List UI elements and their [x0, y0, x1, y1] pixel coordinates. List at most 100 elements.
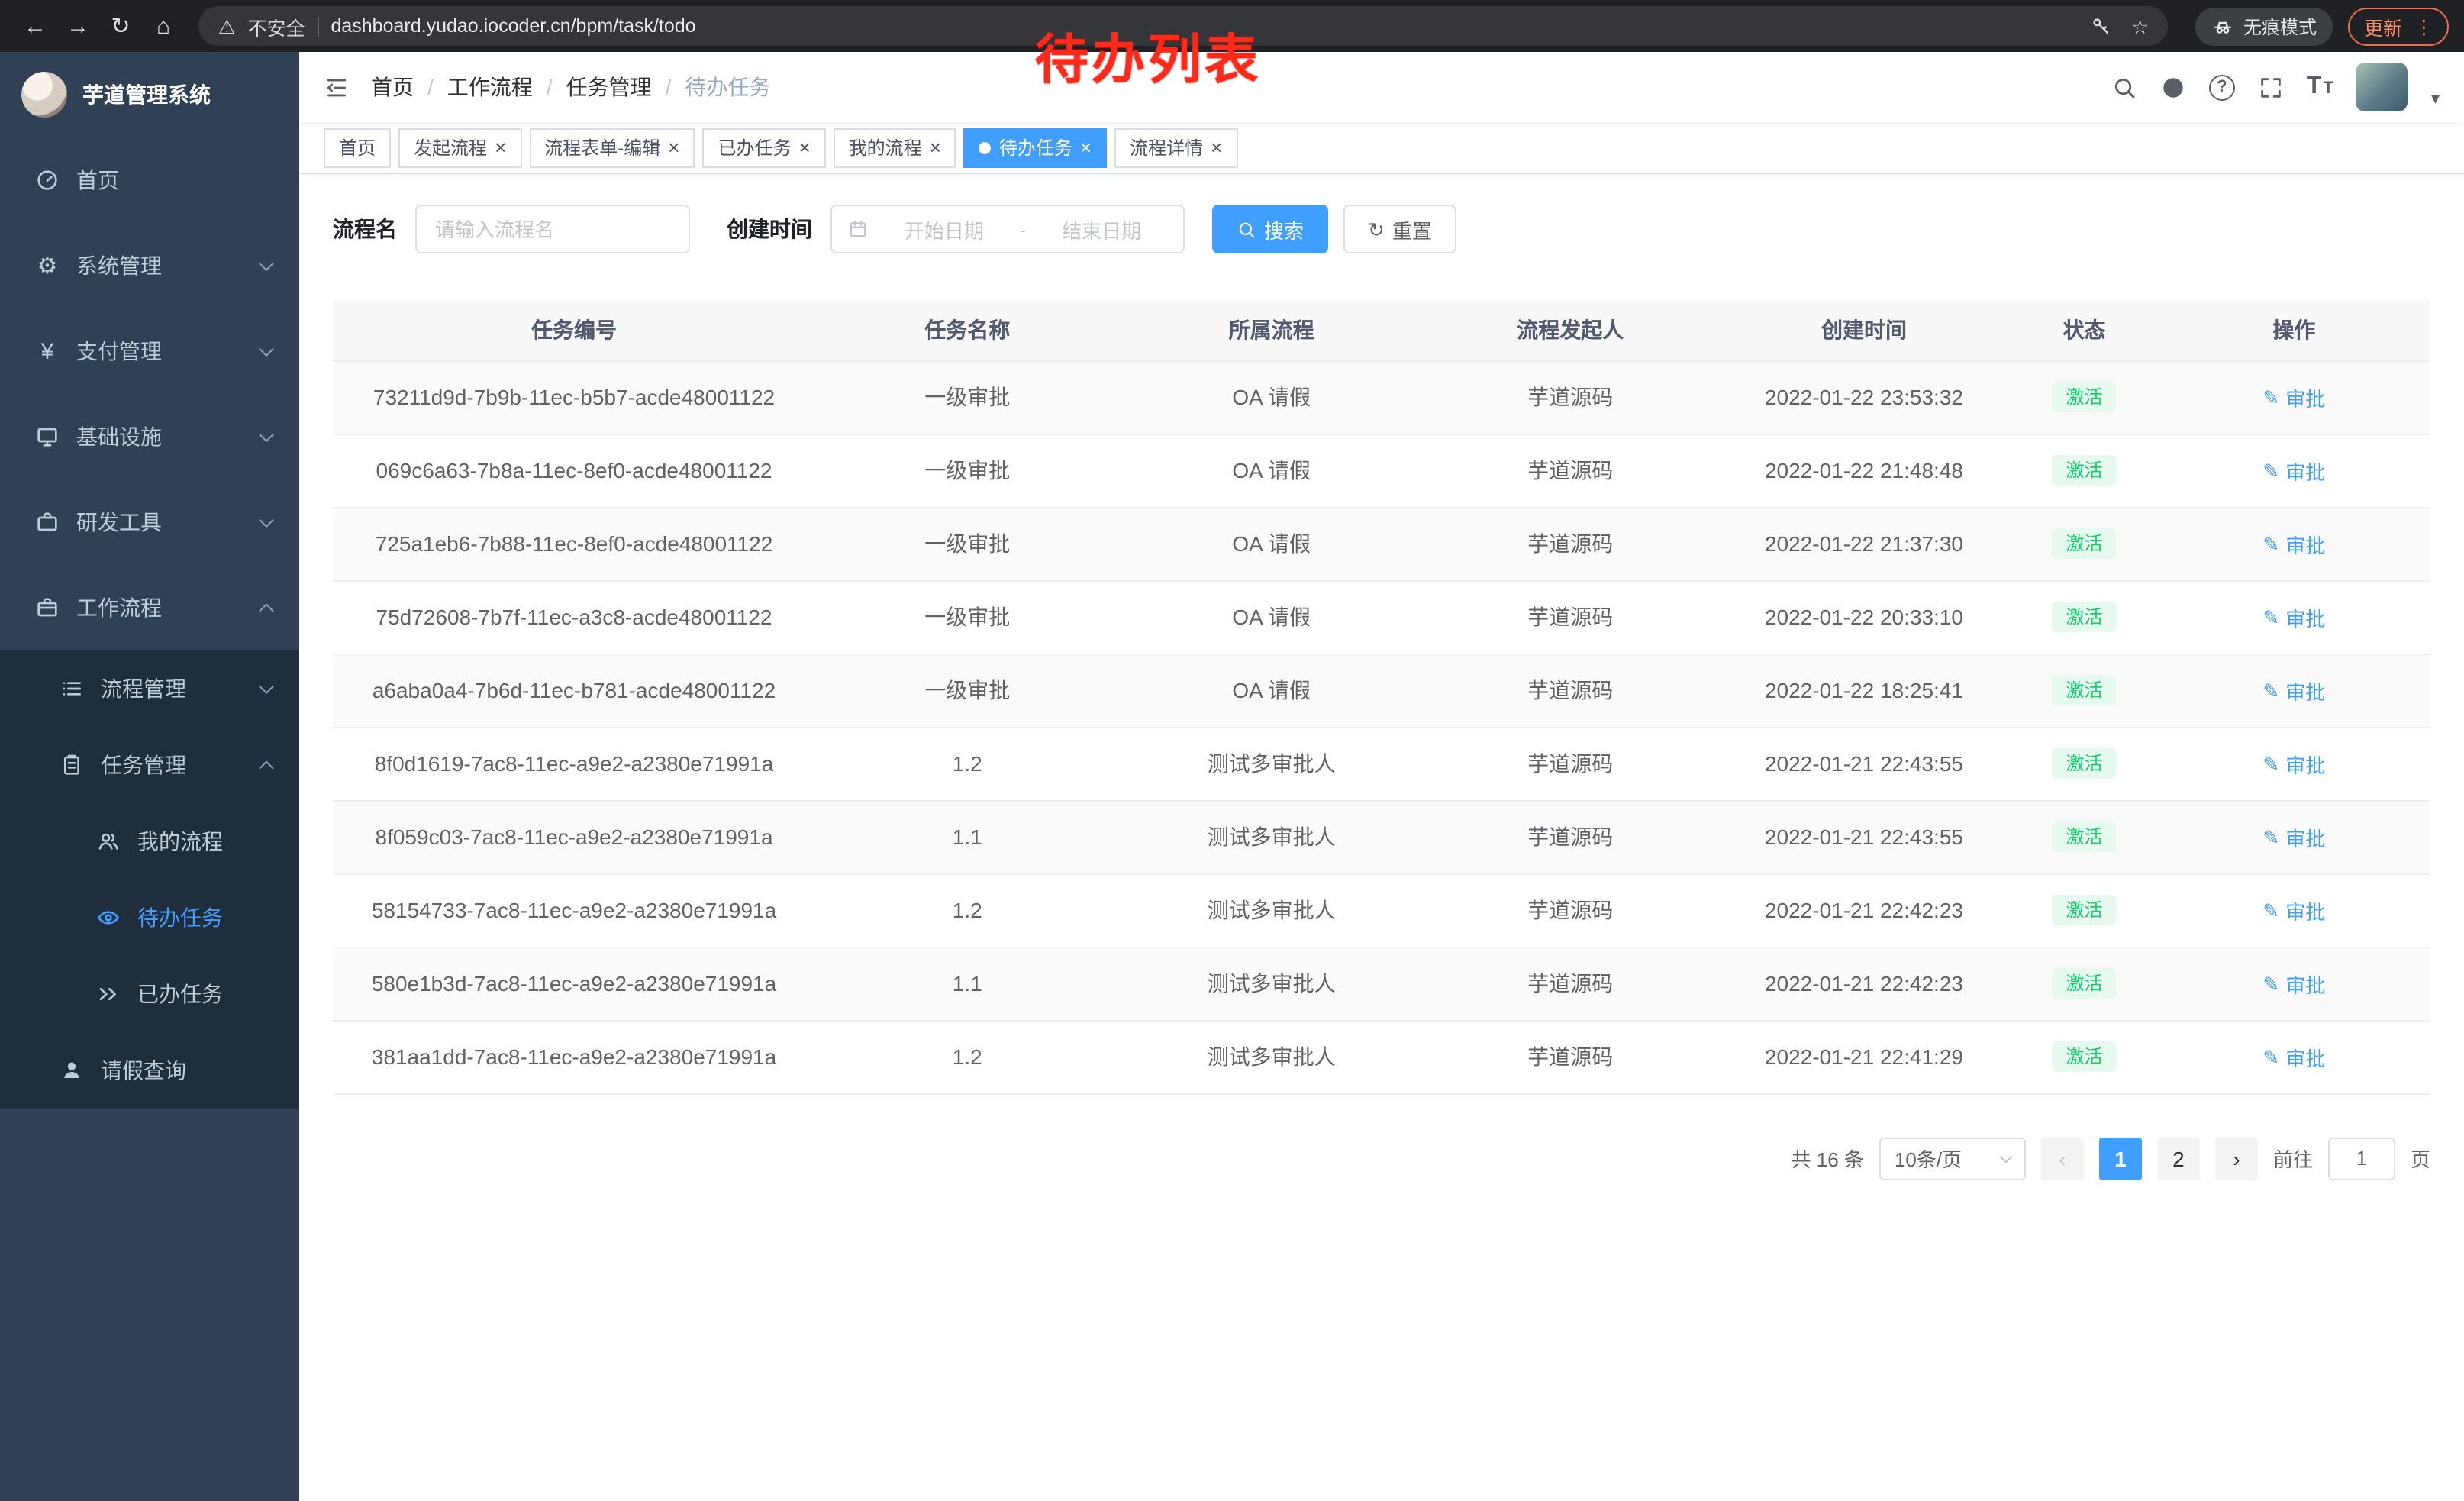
- goto-page-input[interactable]: [2328, 1137, 2395, 1180]
- status-badge: 激活: [2053, 895, 2117, 925]
- cell-process: OA 请假: [1119, 434, 1423, 507]
- close-icon[interactable]: ×: [495, 137, 506, 157]
- sidebar-item-workflow[interactable]: 工作流程: [0, 565, 299, 650]
- cell-status: 激活: [2011, 947, 2157, 1020]
- table-row: 069c6a63-7b8a-11ec-8ef0-acde48001122 一级审…: [333, 434, 2430, 507]
- help-icon[interactable]: ?: [2209, 74, 2235, 100]
- sidebar-item-leave-query[interactable]: 请假查询: [0, 1032, 299, 1109]
- status-badge: 激活: [2053, 1041, 2117, 1072]
- close-icon[interactable]: ×: [798, 137, 810, 157]
- total-count: 共 16 条: [1792, 1144, 1864, 1173]
- page-2-button[interactable]: 2: [2157, 1137, 2200, 1180]
- breadcrumb-current: 待办任务: [685, 72, 770, 102]
- fullscreen-icon[interactable]: [2258, 74, 2284, 100]
- approve-link[interactable]: ✎ 审批: [2262, 896, 2325, 925]
- status-badge: 激活: [2053, 455, 2117, 486]
- end-date-placeholder[interactable]: 结束日期: [1035, 215, 1168, 244]
- sidebar-item-task-mgmt[interactable]: 任务管理: [0, 727, 299, 803]
- sidebar-item-todo-tasks[interactable]: 待办任务: [0, 880, 299, 956]
- sidebar-item-my-process[interactable]: 我的流程: [0, 803, 299, 880]
- breadcrumb-workflow[interactable]: 工作流程: [447, 72, 533, 102]
- cell-task-name: 1.1: [815, 800, 1119, 873]
- browser-back-icon[interactable]: ←: [15, 6, 55, 46]
- approve-link[interactable]: ✎ 审批: [2262, 529, 2325, 558]
- address-bar[interactable]: ⚠ 不安全 dashboard.yudao.iocoder.cn/bpm/tas…: [198, 6, 2169, 46]
- sidebar-item-devtools[interactable]: 研发工具: [0, 479, 299, 565]
- sidebar-item-home[interactable]: 首页: [0, 137, 299, 223]
- cell-task-name: 一级审批: [815, 507, 1119, 580]
- chevron-down-icon: [259, 512, 274, 528]
- cell-status: 激活: [2011, 800, 2157, 873]
- tab-done-tasks[interactable]: 已办任务 ×: [702, 128, 825, 167]
- page-size-select[interactable]: 10条/页: [1879, 1137, 2026, 1180]
- cell-created: 2022-01-21 22:42:23: [1717, 947, 2011, 1020]
- chevron-down-icon: [259, 256, 274, 271]
- reset-button[interactable]: ↻ 重置: [1343, 205, 1456, 253]
- cell-created: 2022-01-22 18:25:41: [1717, 654, 2011, 727]
- update-label[interactable]: 更新: [2364, 11, 2402, 40]
- sidebar-item-infra[interactable]: 基础设施: [0, 394, 299, 479]
- cell-action: ✎ 审批: [2158, 654, 2430, 727]
- breadcrumb-task-mgmt[interactable]: 任务管理: [566, 72, 652, 102]
- close-icon[interactable]: ×: [1211, 137, 1222, 157]
- cell-task-id: 8f0d1619-7ac8-11ec-a9e2-a2380e71991a: [333, 727, 815, 800]
- sidebar-fold-icon[interactable]: [324, 74, 350, 100]
- tab-start-process[interactable]: 发起流程 ×: [398, 128, 521, 167]
- start-date-placeholder[interactable]: 开始日期: [878, 215, 1011, 244]
- col-created: 创建时间: [1717, 299, 2011, 360]
- close-icon[interactable]: ×: [668, 137, 679, 157]
- app-title: 芋道管理系统: [82, 79, 211, 110]
- date-range-picker[interactable]: 开始日期 - 结束日期: [830, 205, 1185, 253]
- pencil-icon: ✎: [2262, 900, 2279, 920]
- process-name-label: 流程名: [333, 214, 397, 244]
- sidebar-item-system[interactable]: ⚙ 系统管理: [0, 223, 299, 308]
- security-label[interactable]: 不安全: [247, 11, 305, 40]
- close-icon[interactable]: ×: [930, 137, 941, 157]
- tab-process-detail[interactable]: 流程详情 ×: [1114, 128, 1237, 167]
- cell-status: 激活: [2011, 360, 2157, 434]
- prev-page-button[interactable]: ‹: [2041, 1137, 2084, 1180]
- bookmark-star-icon[interactable]: ☆: [2132, 15, 2149, 37]
- tab-home[interactable]: 首页: [324, 128, 391, 167]
- approve-link[interactable]: ✎ 审批: [2262, 676, 2325, 705]
- approve-link[interactable]: ✎ 审批: [2262, 969, 2325, 998]
- people-icon: [96, 829, 121, 854]
- approve-link[interactable]: ✎ 审批: [2262, 1042, 2325, 1071]
- cell-initiator: 芋道源码: [1424, 434, 1717, 507]
- cell-action: ✎ 审批: [2158, 873, 2430, 947]
- close-icon[interactable]: ×: [1080, 137, 1092, 157]
- sidebar-item-done-tasks[interactable]: 已办任务: [0, 956, 299, 1032]
- next-page-button[interactable]: ›: [2215, 1137, 2258, 1180]
- browser-forward-icon[interactable]: →: [58, 6, 98, 46]
- approve-link[interactable]: ✎ 审批: [2262, 749, 2325, 778]
- approve-link[interactable]: ✎ 审批: [2262, 822, 2325, 851]
- browser-reload-icon[interactable]: ↻: [101, 6, 140, 46]
- browser-menu-icon[interactable]: ⋮: [2414, 15, 2433, 37]
- search-icon[interactable]: [2111, 74, 2137, 100]
- breadcrumb-home[interactable]: 首页: [371, 72, 414, 102]
- tab-todo-tasks[interactable]: 待办任务 ×: [964, 128, 1107, 167]
- create-time-label: 创建时间: [727, 214, 812, 244]
- user-avatar[interactable]: [2356, 63, 2408, 111]
- tab-my-process[interactable]: 我的流程 ×: [834, 128, 956, 167]
- font-size-icon[interactable]: TT: [2307, 75, 2333, 99]
- app-logo[interactable]: 芋道管理系统: [0, 52, 299, 137]
- sidebar-item-payment[interactable]: ¥ 支付管理: [0, 308, 299, 394]
- goto-unit: 页: [2411, 1144, 2430, 1173]
- approve-link[interactable]: ✎ 审批: [2262, 383, 2325, 412]
- github-icon[interactable]: [2160, 74, 2186, 100]
- browser-home-icon[interactable]: ⌂: [144, 6, 183, 46]
- search-button[interactable]: 搜索: [1212, 205, 1328, 253]
- cell-action: ✎ 审批: [2158, 360, 2430, 434]
- sidebar: 芋道管理系统 首页 ⚙ 系统管理 ¥ 支付管理 基础设施: [0, 52, 299, 1501]
- browser-chrome: ← → ↻ ⌂ ⚠ 不安全 dashboard.yudao.iocoder.cn…: [0, 0, 2464, 52]
- process-name-input[interactable]: [415, 205, 690, 253]
- page-1-button[interactable]: 1: [2099, 1137, 2142, 1180]
- key-icon[interactable]: [2091, 15, 2112, 37]
- caret-down-icon[interactable]: ▾: [2431, 89, 2440, 111]
- approve-link[interactable]: ✎ 审批: [2262, 602, 2325, 631]
- sidebar-item-process-mgmt[interactable]: 流程管理: [0, 650, 299, 727]
- browser-update-button[interactable]: 更新 ⋮: [2349, 7, 2449, 45]
- tab-form-edit[interactable]: 流程表单-编辑 ×: [529, 128, 695, 167]
- approve-link[interactable]: ✎ 审批: [2262, 456, 2325, 485]
